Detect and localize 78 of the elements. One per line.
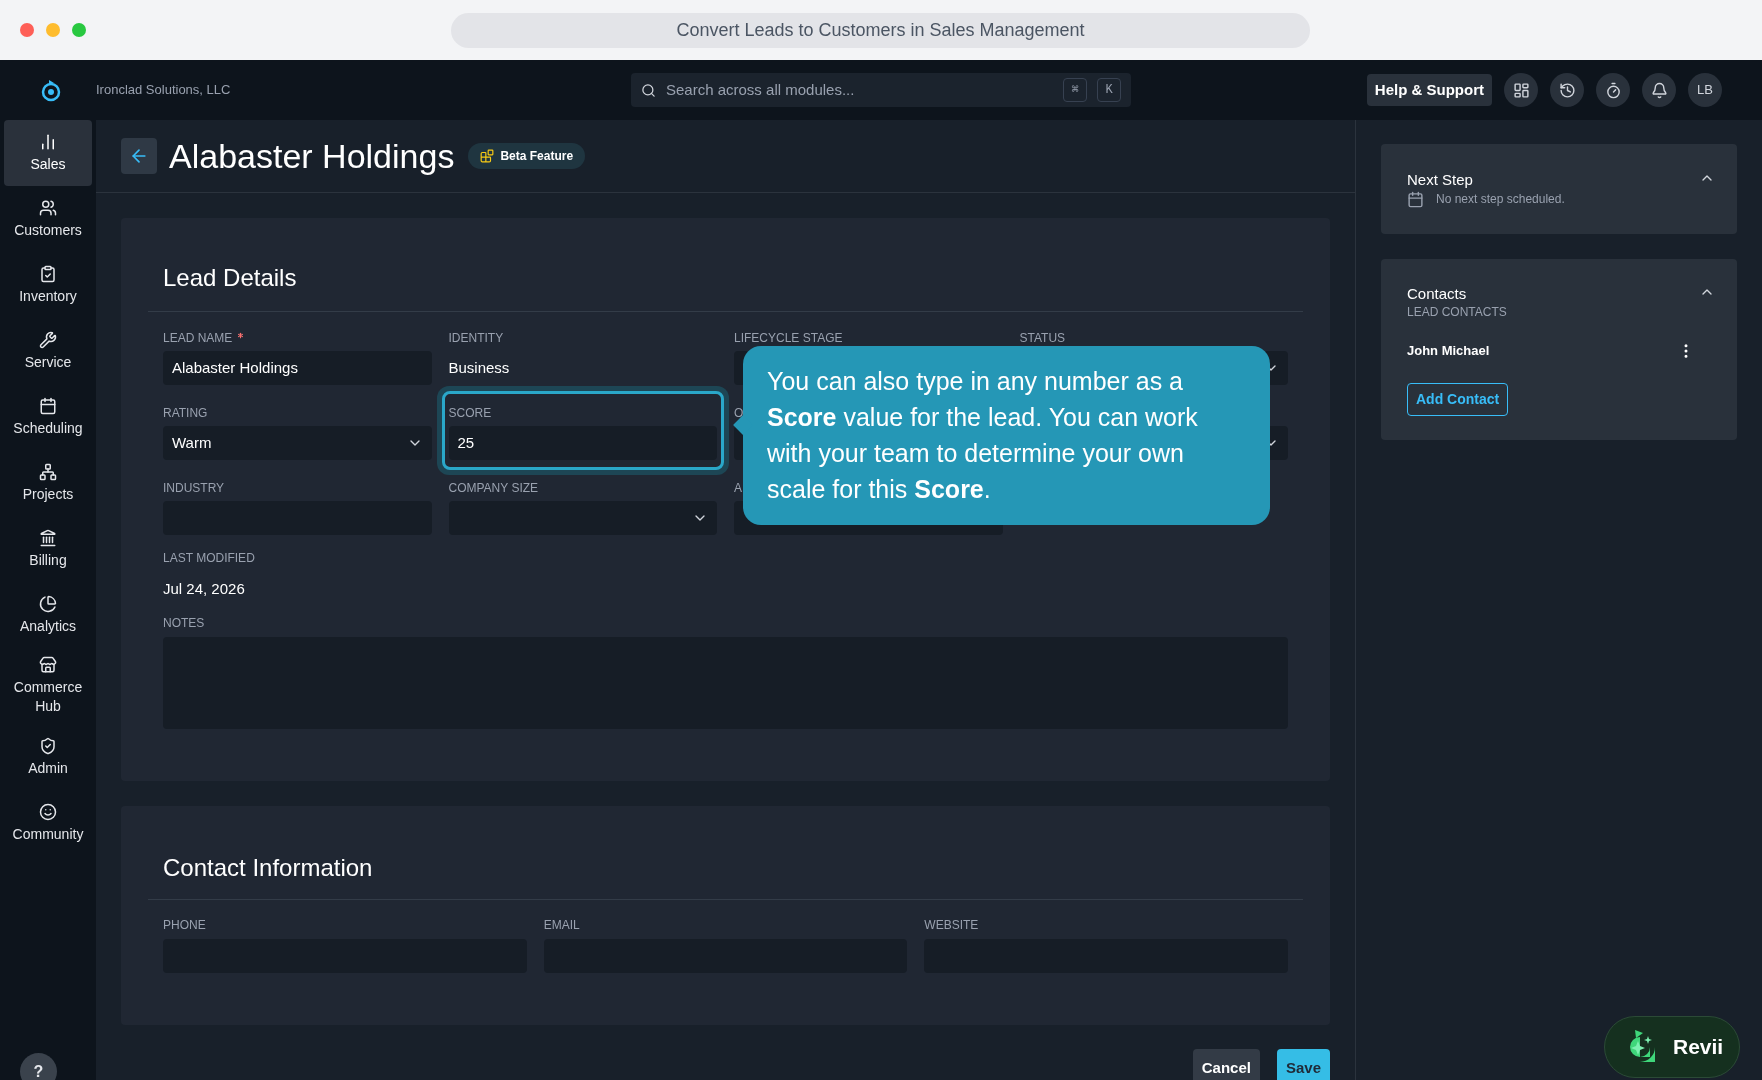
field-label: STATUS: [1019, 332, 1066, 344]
sidebar-item[interactable]: Service: [4, 318, 92, 384]
notifications-icon[interactable]: [1642, 73, 1676, 107]
asterisk-icon: [236, 331, 246, 340]
search-icon: [641, 82, 656, 98]
page-title: Alabaster Holdings: [169, 139, 455, 173]
calendar-icon: [1407, 190, 1424, 208]
add-contact-button[interactable]: Add Contact: [1407, 382, 1509, 416]
help-button[interactable]: ?: [20, 1053, 57, 1080]
user-avatar[interactable]: LB: [1688, 73, 1722, 107]
field-label: RATING: [163, 407, 208, 419]
minimize-window-icon[interactable]: [46, 23, 60, 37]
sidebar-item[interactable]: Customers: [4, 186, 92, 252]
shortcut-key: K: [1097, 78, 1121, 102]
hierarchy-icon: [39, 462, 57, 481]
field-label: SCORE: [448, 407, 492, 419]
window-title: Convert Leads to Customers in Sales Management: [451, 12, 1310, 48]
card-title: Next Step: [1407, 171, 1473, 189]
field-label: O: [734, 407, 744, 419]
clipboard-icon: [39, 264, 57, 283]
field-label: INDUSTRY: [163, 482, 225, 494]
help-support-button[interactable]: Help & Support: [1366, 74, 1492, 106]
select-field[interactable]: Warm: [163, 426, 432, 460]
field-label: WEBSITE: [924, 918, 980, 933]
save-button[interactable]: Save: [1276, 1048, 1330, 1080]
assistant-button[interactable]: Revii: [1604, 1016, 1740, 1078]
close-window-icon[interactable]: [20, 23, 34, 37]
sidebar-item[interactable]: Community: [4, 790, 92, 856]
bar-chart-icon: [39, 132, 57, 151]
back-button[interactable]: [121, 138, 157, 174]
field-label: LIFECYCLE STAGE: [734, 332, 843, 344]
bank-icon: [39, 528, 57, 547]
sidebar-item[interactable]: Analytics: [4, 582, 92, 648]
timer-icon[interactable]: [1596, 73, 1630, 107]
maximize-window-icon[interactable]: [72, 23, 86, 37]
last-modified-value: Jul 24, 2026: [163, 579, 246, 599]
dashboard-icon[interactable]: [1504, 73, 1538, 107]
sidebar-item[interactable]: Commerce Hub: [4, 648, 92, 724]
empty-message: No next step scheduled.: [1436, 191, 1565, 208]
card-subtitle: LEAD CONTACTS: [1407, 304, 1508, 321]
pie-chart-icon: [39, 594, 57, 613]
search-field[interactable]: Search across all modules... ⌘ K: [631, 73, 1131, 107]
field-label: NOTES: [163, 616, 206, 631]
store-icon: [39, 656, 57, 674]
calendar-icon: [39, 396, 57, 415]
select-field[interactable]: [448, 501, 717, 535]
beta-badge: Beta Feature: [468, 143, 586, 169]
section-title: Lead Details: [162, 263, 298, 293]
contact-name[interactable]: John Michael: [1407, 341, 1490, 361]
input-field[interactable]: Alabaster Holdings: [163, 351, 432, 385]
cancel-button[interactable]: Cancel: [1192, 1048, 1260, 1080]
shield-icon: [39, 736, 57, 755]
history-icon[interactable]: [1550, 73, 1584, 107]
sidebar-item[interactable]: Scheduling: [4, 384, 92, 450]
wrench-icon: [39, 330, 57, 349]
tooltip-text: You can also type in any number as a Score value for the lead. You can work with your team to determine your own scale for this Score.: [767, 366, 1199, 505]
field-label: LAST MODIFIED: [163, 552, 256, 566]
sidebar-item[interactable]: Inventory: [4, 252, 92, 318]
sidebar-item[interactable]: Billing: [4, 516, 92, 582]
logo-icon: [40, 78, 62, 102]
field-label: PHONE: [163, 918, 207, 933]
field-label: LEAD NAME: [163, 332, 233, 344]
company-name: Ironclad Solutions, LLC: [96, 81, 231, 100]
field-label: EMAIL: [543, 918, 581, 933]
identity-value: Business: [448, 357, 511, 378]
sidebar-item[interactable]: Sales: [4, 120, 92, 186]
field-label: A: [734, 482, 742, 494]
users-icon: [39, 198, 57, 217]
field-label: IDENTITY: [448, 332, 504, 344]
smile-icon: [39, 802, 57, 821]
section-title: Contact Information: [162, 852, 374, 883]
card-title: Contacts: [1407, 285, 1467, 303]
sidebar-item[interactable]: Projects: [4, 450, 92, 516]
shortcut-key: ⌘: [1063, 78, 1087, 102]
blocks-icon: [480, 149, 495, 163]
sidebar-item[interactable]: Admin: [4, 724, 92, 790]
input-field[interactable]: 25: [448, 426, 717, 460]
field-label: COMPANY SIZE: [448, 482, 539, 494]
